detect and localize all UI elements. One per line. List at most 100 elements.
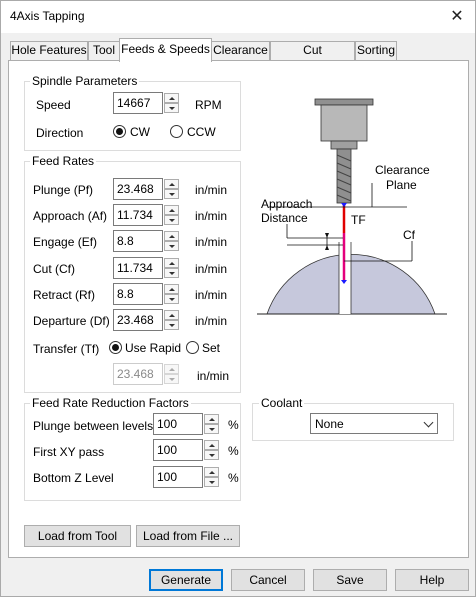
- spin-up-icon[interactable]: [164, 258, 179, 268]
- close-icon[interactable]: ✕: [447, 7, 467, 27]
- spin-up-icon[interactable]: [164, 284, 179, 294]
- cw-radio[interactable]: [113, 125, 126, 138]
- spin-down-icon[interactable]: [164, 189, 179, 199]
- cancel-button[interactable]: Cancel: [231, 569, 305, 591]
- cf-text: Cf: [403, 228, 416, 242]
- clearance-text: Clearance: [375, 163, 430, 177]
- spin-up-icon[interactable]: [164, 205, 179, 215]
- tab-tool[interactable]: Tool: [88, 41, 120, 60]
- plunge-stepper[interactable]: [164, 178, 179, 200]
- load-from-file-button[interactable]: Load from File ...: [136, 525, 240, 547]
- approach-unit: in/min: [195, 209, 228, 223]
- bottom-z-stepper[interactable]: [204, 466, 219, 488]
- set-radio[interactable]: [186, 341, 199, 354]
- retract-stepper[interactable]: [164, 283, 179, 305]
- engage-input[interactable]: 8.8: [113, 230, 163, 252]
- window-title: 4Axis Tapping: [10, 9, 85, 23]
- transfer-label: Transfer (Tf): [33, 342, 100, 356]
- dialog-window: 4Axis Tapping ✕ Hole Features Tool Feeds…: [0, 0, 476, 597]
- retract-input[interactable]: 8.8: [113, 283, 163, 305]
- speed-stepper[interactable]: [164, 92, 179, 114]
- speed-unit: RPM: [195, 98, 222, 112]
- spin-down-icon[interactable]: [204, 450, 219, 460]
- cut-input[interactable]: 11.734: [113, 257, 163, 279]
- distance-text: Distance: [261, 211, 308, 225]
- spin-up-icon[interactable]: [164, 310, 179, 320]
- cut-label: Cut (Cf): [33, 262, 75, 276]
- tool-holder: [320, 104, 368, 142]
- direction-label: Direction: [36, 126, 84, 140]
- cut-unit: in/min: [195, 262, 228, 276]
- save-button[interactable]: Save: [313, 569, 387, 591]
- feed-rates-group-label: Feed Rates: [30, 154, 97, 168]
- percent-3: %: [228, 471, 239, 485]
- tab-hole-features[interactable]: Hole Features: [10, 41, 88, 60]
- transfer-input[interactable]: 23.468: [113, 363, 163, 385]
- coolant-group-label: Coolant: [259, 396, 305, 410]
- approach-stepper[interactable]: [164, 204, 179, 226]
- cw-label: CW: [130, 125, 150, 139]
- spin-down-icon[interactable]: [164, 103, 179, 113]
- spin-up-icon[interactable]: [204, 467, 219, 477]
- generate-button[interactable]: Generate: [149, 569, 223, 591]
- departure-input[interactable]: 23.468: [113, 309, 163, 331]
- spin-down-icon[interactable]: [164, 215, 179, 225]
- tab-sorting[interactable]: Sorting: [355, 41, 397, 60]
- retract-unit: in/min: [195, 288, 228, 302]
- departure-stepper[interactable]: [164, 309, 179, 331]
- percent-2: %: [228, 444, 239, 458]
- cut-stepper[interactable]: [164, 257, 179, 279]
- first-xy-input[interactable]: 100: [153, 439, 203, 461]
- plunge-input[interactable]: 23.468: [113, 178, 163, 200]
- bottom-z-label: Bottom Z Level: [33, 471, 114, 485]
- ccw-radio[interactable]: [170, 125, 183, 138]
- plunge-unit: in/min: [195, 183, 228, 197]
- coolant-select[interactable]: None: [310, 413, 438, 434]
- spin-down-icon[interactable]: [164, 268, 179, 278]
- plane-text: Plane: [386, 178, 417, 192]
- speed-input[interactable]: 14667: [113, 92, 163, 114]
- set-label: Set: [202, 341, 221, 355]
- first-xy-stepper[interactable]: [204, 439, 219, 461]
- chevron-down-icon: [423, 417, 434, 428]
- reduction-group-label: Feed Rate Reduction Factors: [30, 396, 191, 410]
- approach-input[interactable]: 11.734: [113, 204, 163, 226]
- spin-up-icon[interactable]: [164, 179, 179, 189]
- plunge-between-input[interactable]: 100: [153, 413, 203, 435]
- spin-down-icon[interactable]: [164, 320, 179, 330]
- approach-text: Approach: [261, 197, 312, 211]
- tf-text: TF: [351, 213, 366, 227]
- spin-down-icon[interactable]: [164, 374, 179, 384]
- holder-top: [314, 98, 374, 106]
- transfer-stepper[interactable]: [164, 363, 179, 385]
- tab-clearance[interactable]: Clearance: [211, 41, 270, 60]
- spin-down-icon[interactable]: [204, 424, 219, 434]
- help-button[interactable]: Help: [395, 569, 469, 591]
- plunge-between-stepper[interactable]: [204, 413, 219, 435]
- spin-down-icon[interactable]: [204, 477, 219, 487]
- approach-label: Approach (Af): [33, 209, 108, 223]
- departure-label: Departure (Df): [33, 314, 110, 328]
- coolant-value: None: [315, 417, 344, 431]
- departure-unit: in/min: [195, 314, 228, 328]
- plunge-label: Plunge (Pf): [33, 183, 94, 197]
- retract-label: Retract (Rf): [33, 288, 96, 302]
- use-rapid-radio[interactable]: [109, 341, 122, 354]
- tab-cut-parameters[interactable]: Cut Parameters: [270, 41, 355, 74]
- title-bar: 4Axis Tapping ✕: [1, 1, 475, 33]
- use-rapid-label: Use Rapid: [125, 341, 182, 355]
- spin-up-icon[interactable]: [204, 440, 219, 450]
- spin-up-icon[interactable]: [164, 231, 179, 241]
- spin-down-icon[interactable]: [164, 294, 179, 304]
- engage-stepper[interactable]: [164, 230, 179, 252]
- spin-up-icon[interactable]: [164, 364, 179, 374]
- spin-down-icon[interactable]: [164, 241, 179, 251]
- bottom-z-input[interactable]: 100: [153, 466, 203, 488]
- plunge-between-label: Plunge between levels: [33, 419, 154, 433]
- spindle-group-label: Spindle Parameters: [30, 74, 140, 88]
- spin-up-icon[interactable]: [204, 414, 219, 424]
- tab-feeds-speeds[interactable]: Feeds & Speeds: [119, 38, 212, 62]
- load-from-tool-button[interactable]: Load from Tool: [24, 525, 131, 547]
- tapping-diagram: Clearance Plane Approach Distance TF Cf: [257, 98, 447, 315]
- spin-up-icon[interactable]: [164, 93, 179, 103]
